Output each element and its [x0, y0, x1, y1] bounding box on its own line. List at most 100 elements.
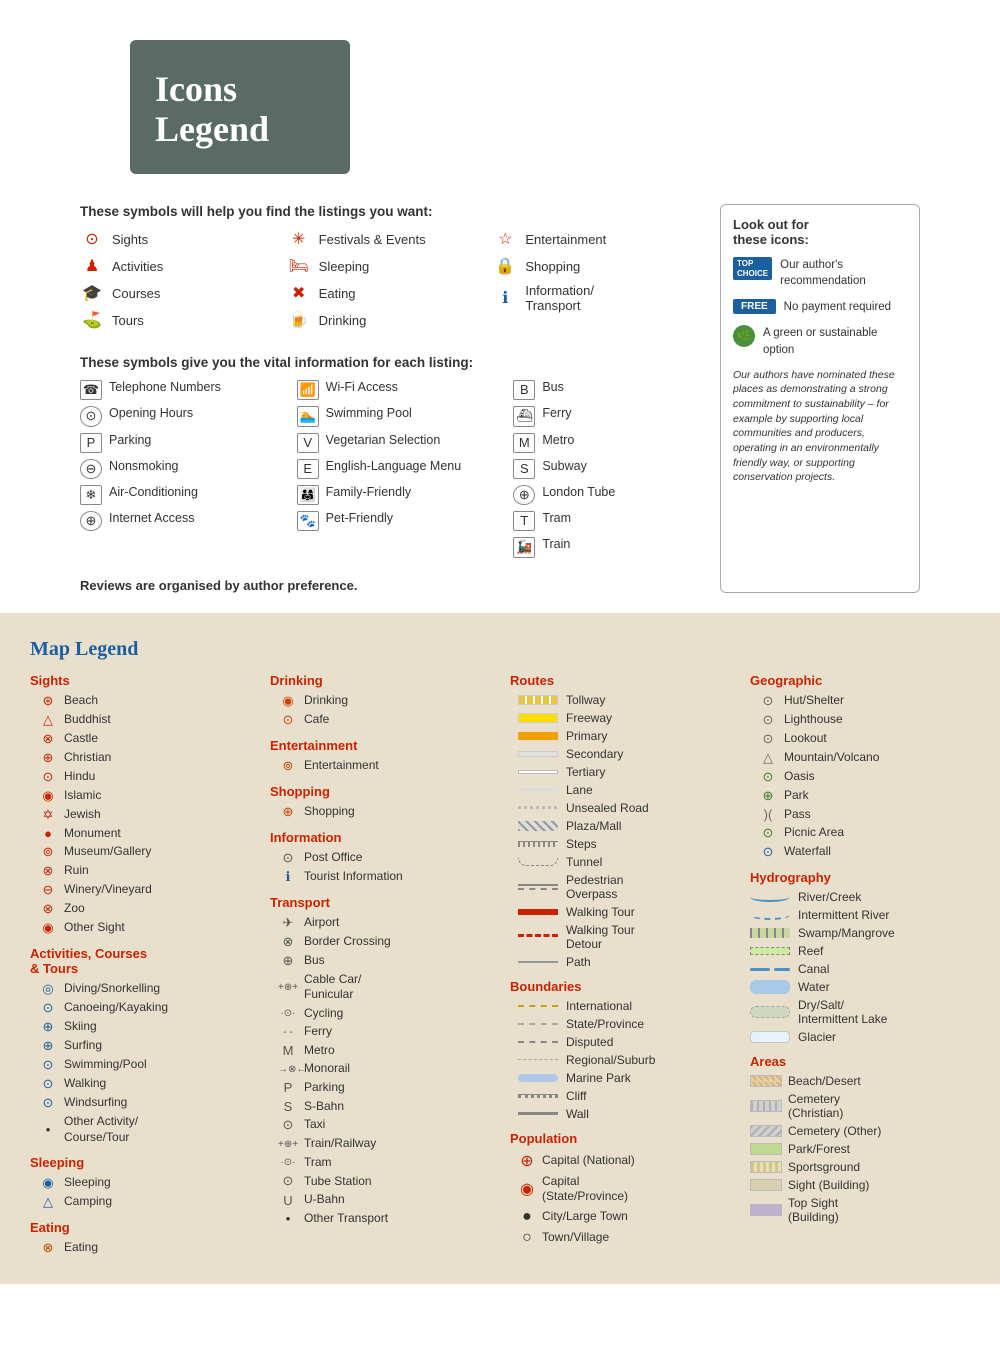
buddhist-icon: △	[38, 712, 58, 728]
festivals-icon: ✳	[287, 229, 311, 249]
reef-label: Reef	[798, 944, 823, 958]
christian-icon: ⊕	[38, 750, 58, 766]
symbol-festivals: ✳ Festivals & Events	[287, 229, 494, 249]
route-path: Path	[510, 955, 730, 969]
symbol-info: ℹ Information/Transport	[493, 283, 700, 313]
tertiary-label: Tertiary	[566, 765, 605, 779]
family-label: Family-Friendly	[326, 485, 411, 499]
subway-label: Subway	[542, 459, 586, 473]
nonsmoking-label: Nonsmoking	[109, 459, 178, 473]
ferry-label: Ferry	[542, 406, 571, 420]
festivals-label: Festivals & Events	[319, 232, 426, 247]
symbol-courses: 🎓 Courses	[80, 283, 287, 303]
geo-hut: ⊙Hut/Shelter	[750, 693, 970, 709]
vital-title: These symbols give you the vital informa…	[80, 355, 700, 370]
cable-car-icon: +⊕+	[278, 982, 298, 993]
unsealed-line	[518, 806, 558, 809]
symbol-drinking: 🍺 Drinking	[287, 310, 494, 330]
other-transport-icon: •	[278, 1211, 298, 1226]
map-skiing: ⊕Skiing	[30, 1019, 250, 1035]
main-content: These symbols will help you find the lis…	[0, 204, 1000, 592]
hydro-river: River/Creek	[750, 890, 970, 904]
tram-transport-icon: ·⊙·	[278, 1157, 298, 1168]
look-free: FREE No payment required	[733, 299, 907, 315]
pop-town-village: ○ Town/Village	[510, 1229, 730, 1247]
boundary-regional: Regional/Suburb	[510, 1053, 730, 1067]
secondary-label: Secondary	[566, 747, 623, 761]
pedestrian-line	[518, 884, 558, 890]
information-section-title: Information	[270, 830, 490, 845]
hours-icon: ⊙	[80, 406, 102, 426]
population-section-title: Population	[510, 1131, 730, 1146]
cliff-label: Cliff	[566, 1089, 586, 1103]
vital-col-1: ☎ Telephone Numbers ⊙ Opening Hours P Pa…	[80, 380, 267, 563]
sleeping-label: Sleeping	[319, 259, 370, 274]
activities-label: Activities	[112, 259, 163, 274]
vital-telephone: ☎ Telephone Numbers	[80, 380, 267, 400]
telephone-label: Telephone Numbers	[109, 380, 221, 394]
reef-line	[750, 947, 790, 955]
vital-wifi: 📶 Wi-Fi Access	[297, 380, 484, 400]
look-top-choice: TOPCHOICE Our author's recommendation	[733, 257, 907, 289]
wall-label: Wall	[566, 1107, 589, 1121]
family-icon: 👨‍👩‍👧	[297, 485, 319, 505]
map-legend-title: Map Legend	[30, 638, 970, 661]
route-tollway: Tollway	[510, 693, 730, 707]
surfing-icon: ⊕	[38, 1038, 58, 1054]
regional-label: Regional/Suburb	[566, 1053, 655, 1067]
pet-label: Pet-Friendly	[326, 511, 393, 525]
map-cafe: ⊙Cafe	[270, 712, 490, 728]
pet-icon: 🐾	[297, 511, 319, 531]
tollway-line	[518, 695, 558, 705]
entertainment-icon: ☆	[493, 229, 517, 249]
symbols-grid: ⊙ Sights ♟ Activities 🎓 Courses ⛳ Tours	[80, 229, 700, 337]
hydro-reef: Reef	[750, 944, 970, 958]
water-area	[750, 980, 790, 994]
park-swatch	[750, 1143, 782, 1155]
park-area-label: Park/Forest	[788, 1142, 850, 1156]
symbols-main: These symbols will help you find the lis…	[80, 204, 700, 592]
steps-label: Steps	[566, 837, 597, 851]
route-primary: Primary	[510, 729, 730, 743]
map-monument: ●Monument	[30, 826, 250, 842]
vital-tube: ⊕ London Tube	[513, 485, 700, 505]
drinking-section-title: Drinking	[270, 673, 490, 688]
drinking-icon: 🍺	[287, 310, 311, 330]
path-line	[518, 961, 558, 963]
sight-building-swatch	[750, 1179, 782, 1191]
drinking-map-icon: ◉	[278, 693, 298, 709]
english-label: English-Language Menu	[326, 459, 462, 473]
vital-col-3: B Bus ⛴ Ferry M Metro S	[513, 380, 700, 563]
internet-label: Internet Access	[109, 511, 194, 525]
tunnel-label: Tunnel	[566, 855, 602, 869]
drinking-label: Drinking	[319, 313, 367, 328]
area-cemetery-other: Cemetery (Other)	[750, 1124, 970, 1138]
map-windsurfing: ⊙Windsurfing	[30, 1095, 250, 1111]
tours-label: Tours	[112, 313, 144, 328]
symbols-col-3: ☆ Entertainment 🔒 Shopping ℹ Information…	[493, 229, 700, 337]
other-sight-icon: ◉	[38, 920, 58, 936]
sights-icon: ⊙	[80, 229, 104, 249]
geo-waterfall: ⊙Waterfall	[750, 844, 970, 860]
vital-hours: ⊙ Opening Hours	[80, 406, 267, 426]
picnic-icon: ⊙	[758, 825, 778, 841]
map-airport: ✈Airport	[270, 915, 490, 931]
map-taxi: ⊙Taxi	[270, 1117, 490, 1133]
parking-label: Parking	[109, 433, 151, 447]
top-section: These symbols will help you find the lis…	[80, 204, 920, 592]
symbol-eating: ✖ Eating	[287, 283, 494, 303]
courses-label: Courses	[112, 286, 160, 301]
sights-label: Sights	[112, 232, 148, 247]
map-tram-transport: ·⊙·Tram	[270, 1155, 490, 1171]
unsealed-label: Unsealed Road	[566, 801, 649, 815]
boundary-marine: Marine Park	[510, 1071, 730, 1085]
walking-detour-label: Walking TourDetour	[566, 923, 635, 951]
village-icon: ○	[518, 1229, 536, 1247]
train-icon: 🚂	[513, 537, 535, 557]
map-winery: ⊖Winery/Vineyard	[30, 882, 250, 898]
symbol-shopping: 🔒 Shopping	[493, 256, 700, 276]
top-sight-label: Top Sight(Building)	[788, 1196, 839, 1224]
international-label: International	[566, 999, 632, 1013]
route-plaza: Plaza/Mall	[510, 819, 730, 833]
vital-pool: 🏊 Swimming Pool	[297, 406, 484, 426]
